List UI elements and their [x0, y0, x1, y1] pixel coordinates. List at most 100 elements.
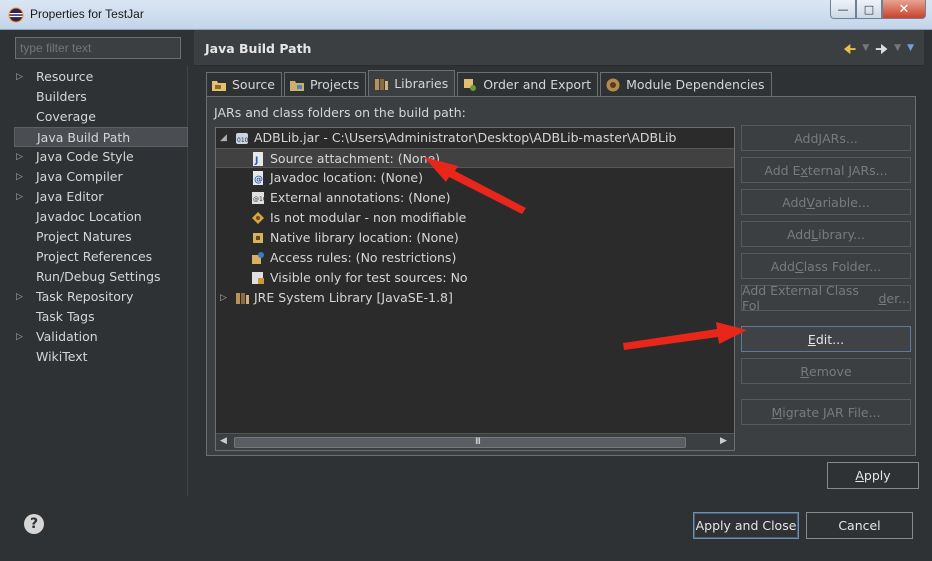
tab-label: Module Dependencies: [626, 77, 765, 92]
nav-item-task-tags[interactable]: Task Tags: [14, 307, 188, 327]
edit-button[interactable]: Edit...: [741, 326, 911, 352]
expand-icon[interactable]: ▷: [16, 67, 23, 87]
tab-label: Source: [232, 77, 275, 92]
tree-attribute-row[interactable]: Visible only for test sources: No: [216, 268, 734, 288]
test-sources-icon: [250, 270, 266, 286]
libraries-tab-content: JARs and class folders on the build path…: [206, 96, 916, 456]
module-icon: [605, 77, 621, 93]
nav-item-run-debug-settings[interactable]: Run/Debug Settings: [14, 267, 188, 287]
svg-text:@10: @10: [253, 196, 266, 203]
nav-item-java-editor[interactable]: ▷ Java Editor: [14, 187, 188, 207]
scroll-left-icon[interactable]: ◀: [220, 436, 227, 446]
expand-icon[interactable]: ▷: [16, 327, 23, 347]
native-library-icon: [250, 230, 266, 246]
libraries-icon: [373, 76, 389, 92]
nav-item-validation[interactable]: ▷ Validation: [14, 327, 188, 347]
expand-icon[interactable]: ▷: [16, 147, 23, 167]
cancel-button[interactable]: Cancel: [806, 512, 913, 539]
projects-icon: [289, 77, 305, 93]
tree-attribute-row[interactable]: @ Javadoc location: (None): [216, 168, 734, 188]
scroll-thumb[interactable]: III: [234, 437, 686, 448]
nav-item-resource[interactable]: ▷ Resource: [14, 67, 188, 87]
svg-text:J: J: [254, 156, 258, 166]
nav-item-project-references[interactable]: Project References: [14, 247, 188, 267]
nav-item-javadoc-location[interactable]: Javadoc Location: [14, 207, 188, 227]
nav-item-wikitext[interactable]: WikiText: [14, 347, 188, 367]
tab-label: Libraries: [394, 76, 449, 91]
remove-button[interactable]: Remove: [741, 358, 911, 384]
nav-item-label: Resource: [36, 69, 94, 84]
expand-icon[interactable]: ▷: [16, 187, 23, 207]
history-navigation: 🠈 ▼ 🠊 ▼ ▼: [843, 39, 914, 63]
apply-and-close-button[interactable]: Apply and Close: [693, 512, 799, 539]
tree-row-label: Source attachment: (None): [270, 151, 441, 166]
nav-item-task-repository[interactable]: ▷ Task Repository: [14, 287, 188, 307]
add-external-class-folder-button[interactable]: Add External Class Fol d er...: [741, 283, 911, 313]
left-panel: ▷ Resource Builders Coverage Java Build Path…: [8, 30, 194, 496]
tree-attribute-row[interactable]: Access rules: (No restrictions): [216, 248, 734, 268]
forward-arrow-icon[interactable]: 🠊: [875, 39, 888, 63]
back-dropdown-icon[interactable]: ▼: [862, 39, 869, 63]
library-icon: [234, 290, 250, 306]
window-title: Properties for TestJar: [30, 7, 144, 21]
annotations-icon: @10: [250, 190, 267, 206]
add-variable-button[interactable]: Add Variable...: [741, 189, 911, 215]
nav-item-coverage[interactable]: Coverage: [14, 107, 188, 127]
tab-source[interactable]: Source: [206, 72, 282, 96]
nav-item-label: Task Repository: [36, 289, 134, 304]
tab-order-and-export[interactable]: Order and Export: [457, 72, 599, 96]
scroll-grip: III: [475, 437, 481, 447]
view-menu-icon[interactable]: ▼: [907, 39, 914, 63]
close-button[interactable]: ✕: [882, 0, 926, 19]
page-header: Java Build Path 🠈 ▼ 🠊 ▼ ▼: [194, 30, 924, 66]
tab-bar: Source Projects Libraries Order and Export M…: [206, 70, 774, 96]
back-arrow-icon[interactable]: 🠈: [843, 39, 856, 63]
tab-label: Projects: [309, 77, 360, 92]
expand-icon[interactable]: ▷: [16, 167, 23, 187]
expand-icon[interactable]: ▷: [16, 287, 23, 307]
nav-item-label: Coverage: [36, 109, 96, 124]
tree-row-label: Is not modular - non modifiable: [270, 210, 467, 225]
nav-item-java-code-style[interactable]: ▷ Java Code Style: [14, 147, 188, 167]
nav-item-project-natures[interactable]: Project Natures: [14, 227, 188, 247]
add-external-jars-button[interactable]: Add Ex ternal JARs...: [741, 157, 911, 183]
minimize-button[interactable]: —: [830, 0, 856, 19]
nav-item-label: WikiText: [36, 349, 88, 364]
page-title: Java Build Path: [205, 41, 312, 56]
right-panel: Java Build Path 🠈 ▼ 🠊 ▼ ▼ Source Projects…: [194, 30, 924, 496]
add-jars-button[interactable]: Add J ARs...: [741, 125, 911, 151]
horizontal-scrollbar[interactable]: ◀ III ▶: [216, 433, 734, 450]
tree-library-row[interactable]: ◢ 010 ADBLib.jar - C:\Users\Administrator\…: [216, 128, 734, 148]
forward-dropdown-icon[interactable]: ▼: [894, 39, 901, 63]
tree-attribute-row[interactable]: @10 External annotations: (None): [216, 188, 734, 208]
tree-attribute-row[interactable]: J Source attachment: (None): [216, 148, 734, 168]
nav-item-java-compiler[interactable]: ▷ Java Compiler: [14, 167, 188, 187]
add-class-folder-button[interactable]: Add Class Folder...: [741, 253, 911, 279]
nav-item-label: Task Tags: [36, 309, 95, 324]
svg-text:@: @: [254, 175, 263, 185]
source-attachment-icon: J: [250, 151, 266, 167]
nav-item-java-build-path[interactable]: Java Build Path: [14, 127, 188, 147]
expand-icon[interactable]: ▷: [220, 288, 227, 308]
tree-attribute-row[interactable]: Is not modular - non modifiable: [216, 208, 734, 228]
nav-item-builders[interactable]: Builders: [14, 87, 188, 107]
migrate-jar-file-button[interactable]: Migrate JAR File...: [741, 399, 911, 425]
tab-module-dependencies[interactable]: Module Dependencies: [600, 72, 772, 96]
tree-row-label: Access rules: (No restrictions): [270, 250, 457, 265]
add-library-button[interactable]: Add Library...: [741, 221, 911, 247]
nav-item-label: Javadoc Location: [36, 209, 142, 224]
build-path-tree[interactable]: ◢ 010 ADBLib.jar - C:\Users\Administrator\…: [215, 127, 735, 451]
tree-attribute-row[interactable]: Native library location: (None): [216, 228, 734, 248]
property-page-tree: ▷ Resource Builders Coverage Java Build Path…: [14, 66, 188, 496]
maximize-button[interactable]: □: [856, 0, 882, 19]
scroll-right-icon[interactable]: ▶: [720, 436, 727, 446]
nav-item-label: Java Editor: [36, 189, 104, 204]
javadoc-icon: @: [250, 170, 266, 186]
filter-input[interactable]: [15, 37, 181, 59]
tree-library-row[interactable]: ▷ JRE System Library [JavaSE-1.8]: [216, 288, 734, 308]
help-icon[interactable]: ?: [24, 514, 44, 534]
apply-button[interactable]: Apply: [827, 462, 919, 489]
tab-projects[interactable]: Projects: [283, 72, 367, 96]
tab-libraries[interactable]: Libraries: [368, 70, 456, 96]
collapse-icon[interactable]: ◢: [220, 128, 227, 148]
